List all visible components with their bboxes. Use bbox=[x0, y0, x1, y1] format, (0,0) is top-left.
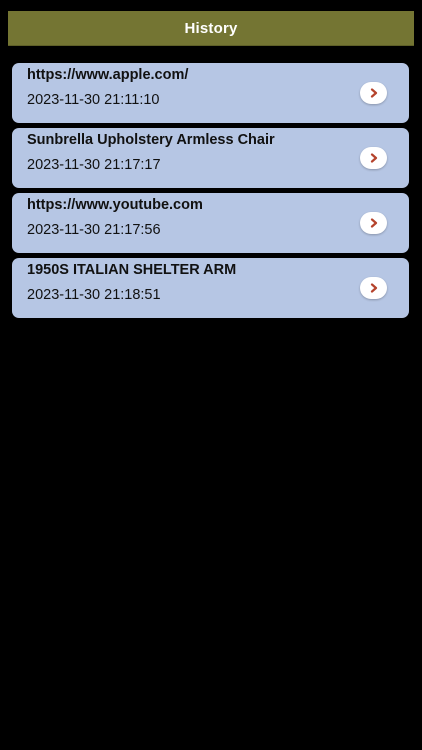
history-item[interactable]: https://www.apple.com/ 2023-11-30 21:11:… bbox=[12, 63, 409, 123]
history-item[interactable]: Sunbrella Upholstery Armless Chair 2023-… bbox=[12, 128, 409, 188]
open-item-button[interactable] bbox=[360, 82, 387, 104]
open-item-button[interactable] bbox=[360, 212, 387, 234]
page-title: History bbox=[184, 19, 238, 37]
history-item-time: 2023-11-30 21:11:10 bbox=[27, 92, 160, 108]
history-item[interactable]: 1950S ITALIAN SHELTER ARM 2023-11-30 21:… bbox=[12, 258, 409, 318]
history-item-time: 2023-11-30 21:18:51 bbox=[27, 287, 161, 303]
header-bar: History bbox=[8, 11, 414, 46]
history-item-title: https://www.youtube.com bbox=[27, 197, 203, 213]
history-item-title: https://www.apple.com/ bbox=[27, 67, 189, 83]
chevron-right-icon bbox=[370, 283, 377, 293]
open-item-button[interactable] bbox=[360, 277, 387, 299]
chevron-right-icon bbox=[370, 153, 377, 163]
chevron-right-icon bbox=[370, 88, 377, 98]
history-list: https://www.apple.com/ 2023-11-30 21:11:… bbox=[12, 63, 410, 323]
history-item-title: 1950S ITALIAN SHELTER ARM bbox=[27, 262, 237, 278]
history-item-title: Sunbrella Upholstery Armless Chair bbox=[27, 132, 275, 148]
history-item[interactable]: https://www.youtube.com 2023-11-30 21:17… bbox=[12, 193, 409, 253]
chevron-right-icon bbox=[370, 218, 377, 228]
history-item-time: 2023-11-30 21:17:56 bbox=[27, 222, 161, 238]
open-item-button[interactable] bbox=[360, 147, 387, 169]
history-item-time: 2023-11-30 21:17:17 bbox=[27, 157, 161, 173]
